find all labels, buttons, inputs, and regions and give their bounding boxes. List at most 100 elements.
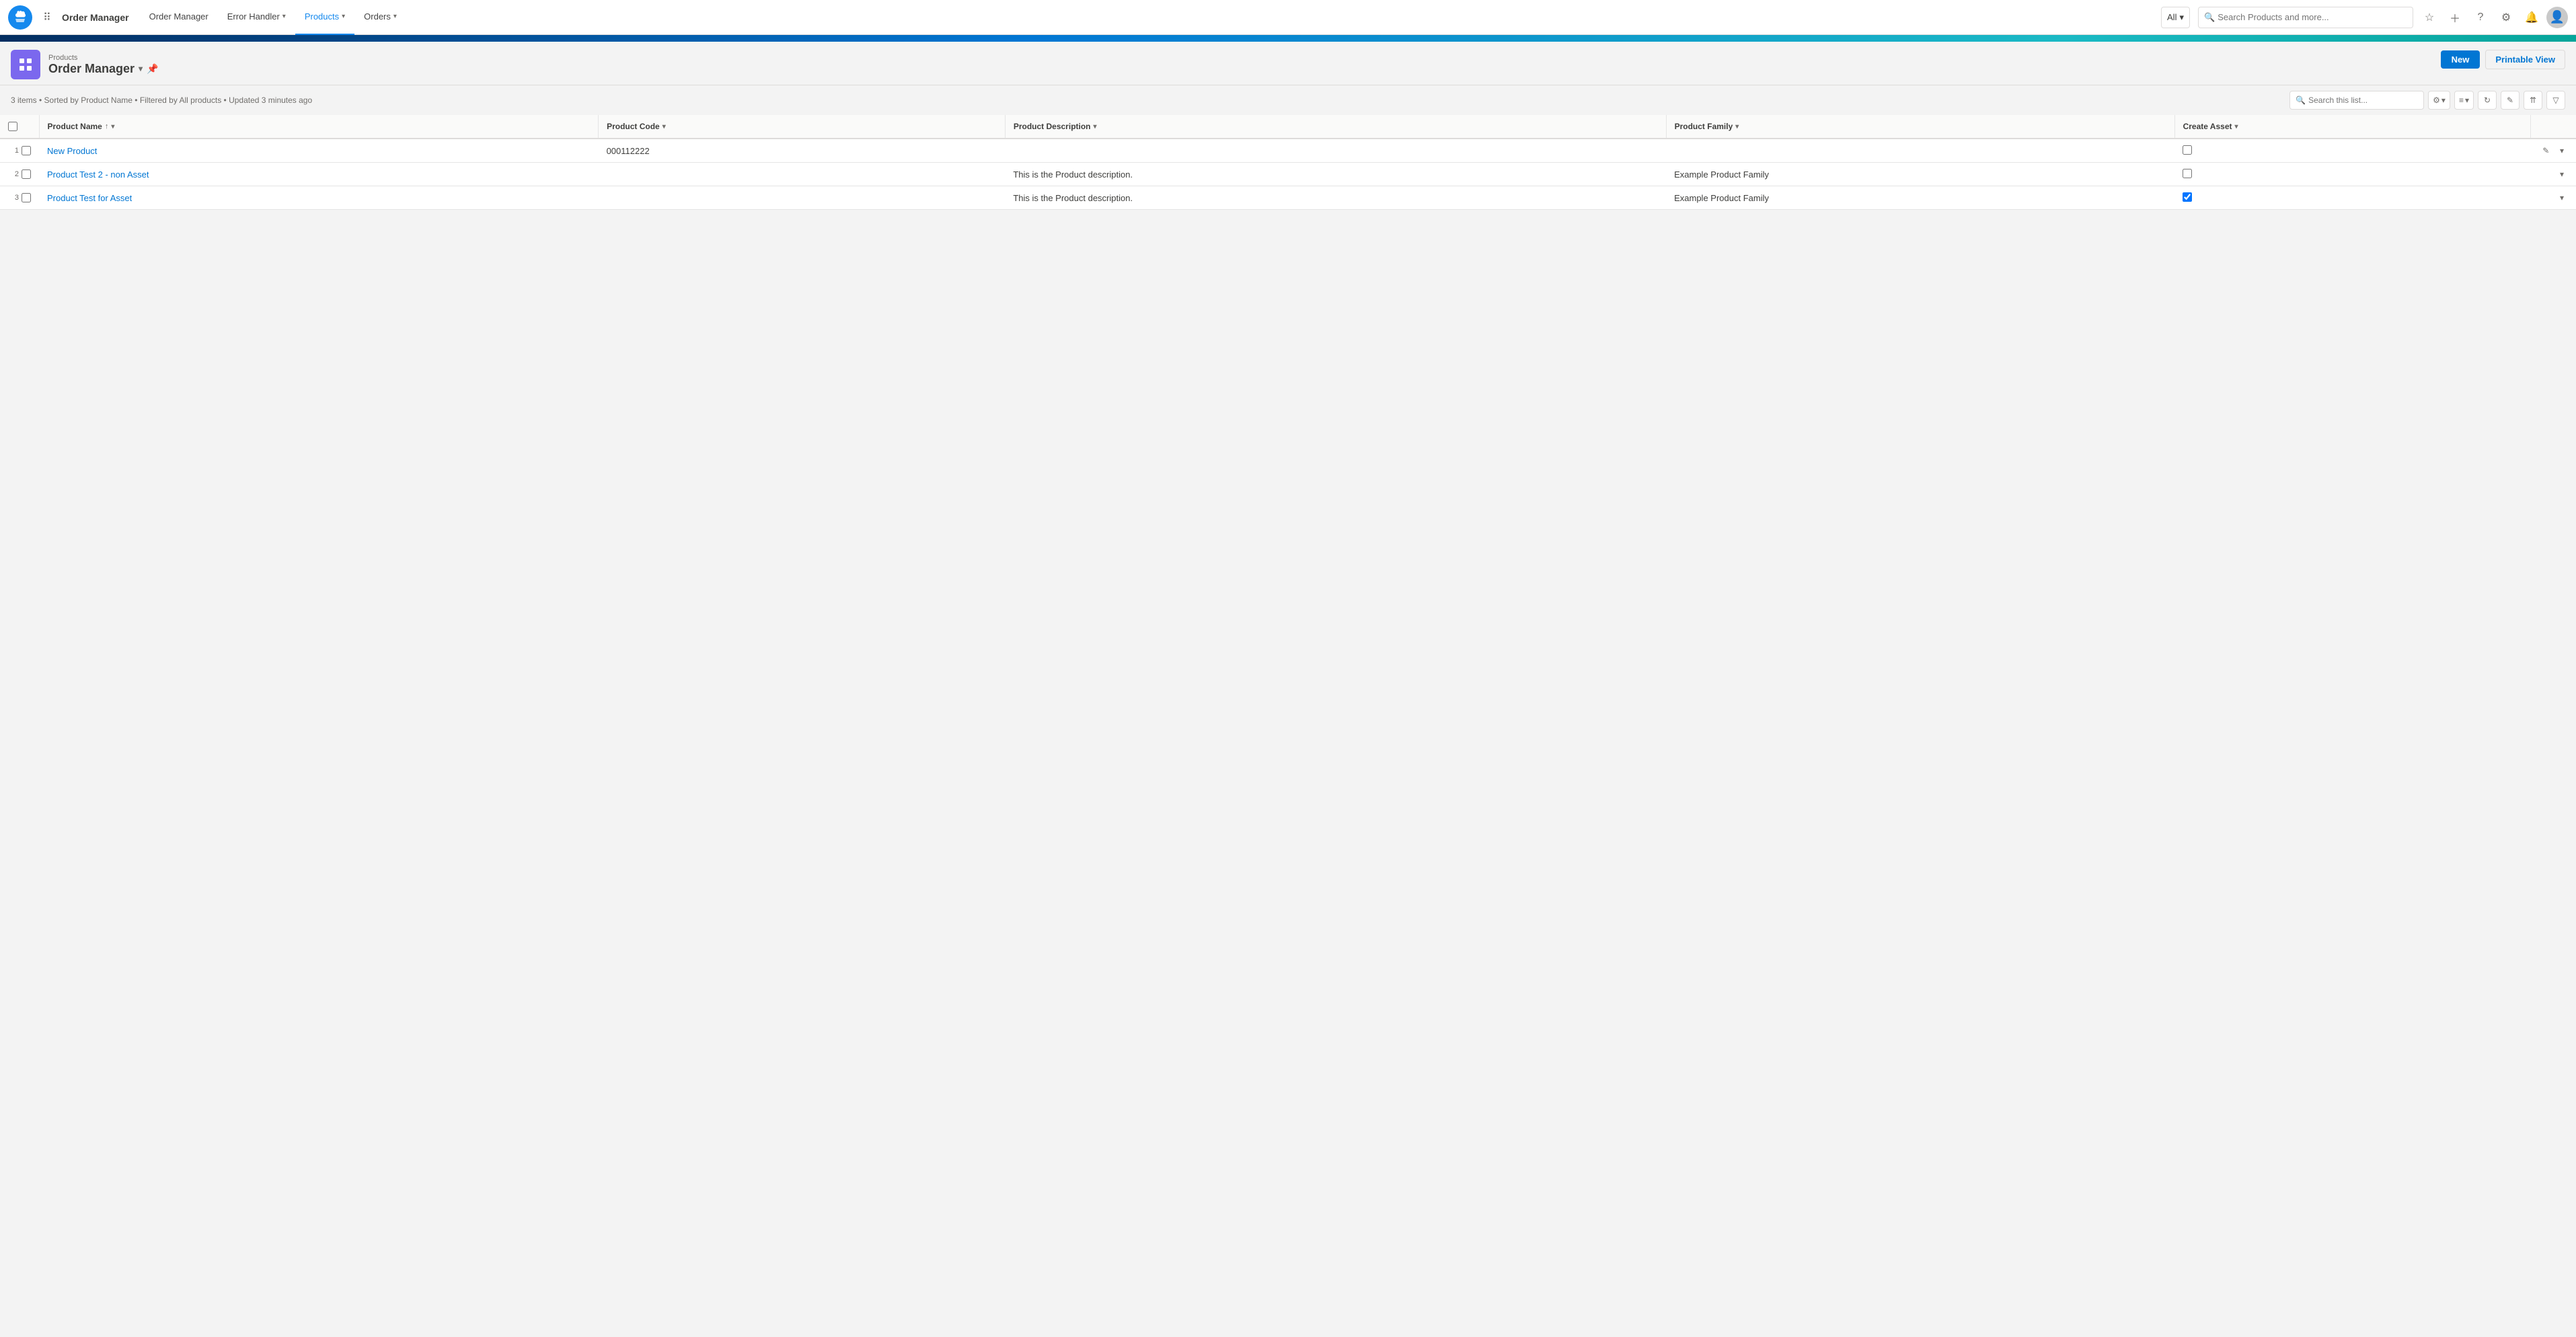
product-description-cell: This is the Product description. bbox=[1005, 163, 1666, 186]
row-edit-button[interactable]: ✎ bbox=[2538, 145, 2553, 157]
header-product-family[interactable]: Product Family ▾ bbox=[1666, 115, 2174, 139]
create-asset-checkbox[interactable] bbox=[2183, 145, 2192, 155]
search-scope-selector[interactable]: All ▾ bbox=[2161, 7, 2190, 28]
edit-icon: ✎ bbox=[2507, 96, 2513, 105]
density-icon: ≡ bbox=[2459, 96, 2464, 105]
top-nav-right: ☆ ＋ ? ⚙ 🔔 👤 bbox=[2419, 7, 2568, 28]
table-row: 1 New Product 000112222 ✎ ▾ bbox=[0, 139, 2576, 163]
app-name: Order Manager bbox=[62, 12, 129, 23]
setup-icon[interactable]: ⚙ bbox=[2495, 7, 2517, 28]
global-search-bar[interactable]: 🔍 bbox=[2198, 7, 2413, 28]
pin-icon[interactable]: 📌 bbox=[147, 63, 158, 75]
column-menu-icon[interactable]: ▾ bbox=[1735, 123, 1739, 130]
printable-view-button[interactable]: Printable View bbox=[2485, 50, 2565, 69]
row-number: 1 bbox=[8, 147, 19, 155]
help-icon[interactable]: ? bbox=[2470, 7, 2491, 28]
row-actions-cell: ▾ bbox=[2530, 163, 2576, 186]
waffle-icon[interactable]: ⠿ bbox=[38, 8, 56, 27]
favorites-icon[interactable]: ☆ bbox=[2419, 7, 2440, 28]
create-asset-checkbox[interactable] bbox=[2183, 169, 2192, 178]
list-controls: 🔍 ⚙ ▾ ≡ ▾ ↻ ✎ ⇈ ▽ bbox=[2289, 91, 2565, 110]
edit-columns-button[interactable]: ✎ bbox=[2501, 91, 2520, 110]
product-family-cell: Example Product Family bbox=[1666, 163, 2174, 186]
products-table-container: Product Name ↑ ▾ Product Code ▾ Product … bbox=[0, 115, 2576, 210]
salesforce-logo[interactable] bbox=[8, 5, 32, 30]
table-header-row: Product Name ↑ ▾ Product Code ▾ Product … bbox=[0, 115, 2576, 139]
product-name-cell: New Product bbox=[39, 139, 599, 163]
page-title-dropdown-icon[interactable]: ▾ bbox=[139, 64, 143, 73]
row-checkbox-cell: 3 bbox=[0, 186, 39, 210]
filter-button[interactable]: ▽ bbox=[2546, 91, 2565, 110]
row-menu-button[interactable]: ▾ bbox=[2556, 192, 2568, 204]
header-band bbox=[0, 35, 2576, 42]
product-name-cell: Product Test for Asset bbox=[39, 186, 599, 210]
nav-tab-products[interactable]: Products ▾ bbox=[295, 0, 354, 35]
select-all-checkbox[interactable] bbox=[8, 122, 17, 131]
sharing-button[interactable]: ⇈ bbox=[2524, 91, 2542, 110]
refresh-button[interactable]: ↻ bbox=[2478, 91, 2497, 110]
notifications-icon[interactable]: 🔔 bbox=[2521, 7, 2542, 28]
page-icon bbox=[11, 50, 40, 79]
page-header: Products Order Manager ▾ 📌 New Printable… bbox=[0, 42, 2576, 85]
nav-tab-error-handler[interactable]: Error Handler ▾ bbox=[218, 0, 295, 35]
refresh-icon: ↻ bbox=[2484, 96, 2491, 105]
row-number: 2 bbox=[8, 170, 19, 178]
column-menu-icon[interactable]: ▾ bbox=[2235, 123, 2238, 130]
create-asset-cell bbox=[2174, 139, 2530, 163]
product-name-link[interactable]: Product Test for Asset bbox=[47, 193, 132, 203]
page-title-text: Order Manager bbox=[48, 62, 135, 76]
header-row-actions bbox=[2530, 115, 2576, 139]
row-number: 3 bbox=[8, 194, 19, 202]
user-avatar[interactable]: 👤 bbox=[2546, 7, 2568, 28]
row-actions-cell: ✎ ▾ bbox=[2530, 139, 2576, 163]
create-asset-cell bbox=[2174, 163, 2530, 186]
new-button[interactable]: New bbox=[2441, 50, 2480, 69]
row-checkbox[interactable] bbox=[22, 146, 31, 155]
row-actions-cell: ▾ bbox=[2530, 186, 2576, 210]
create-asset-checkbox[interactable] bbox=[2183, 192, 2192, 202]
list-search-bar[interactable]: 🔍 bbox=[2289, 91, 2424, 110]
list-toolbar: 3 items • Sorted by Product Name • Filte… bbox=[0, 85, 2576, 115]
product-description-cell: This is the Product description. bbox=[1005, 186, 1666, 210]
header-product-name[interactable]: Product Name ↑ ▾ bbox=[39, 115, 599, 139]
list-search-input[interactable] bbox=[2308, 96, 2418, 105]
header-create-asset[interactable]: Create Asset ▾ bbox=[2174, 115, 2530, 139]
density-button[interactable]: ≡ ▾ bbox=[2454, 91, 2474, 110]
chevron-down-icon: ▾ bbox=[2179, 12, 2184, 23]
list-info: 3 items • Sorted by Product Name • Filte… bbox=[11, 96, 312, 105]
product-name-link[interactable]: New Product bbox=[47, 146, 97, 156]
product-description-cell bbox=[1005, 139, 1666, 163]
global-search-input[interactable] bbox=[2218, 12, 2407, 22]
chevron-down-icon: ▾ bbox=[282, 13, 286, 20]
product-code-cell bbox=[599, 186, 1006, 210]
row-menu-button[interactable]: ▾ bbox=[2556, 168, 2568, 180]
page-breadcrumb: Products bbox=[48, 54, 159, 62]
row-checkbox-cell: 2 bbox=[0, 163, 39, 186]
nav-tab-orders[interactable]: Orders ▾ bbox=[354, 0, 406, 35]
column-menu-icon[interactable]: ▾ bbox=[111, 123, 114, 130]
row-checkbox[interactable] bbox=[22, 193, 31, 202]
column-menu-icon[interactable]: ▾ bbox=[1094, 123, 1097, 130]
product-code-cell bbox=[599, 163, 1006, 186]
product-name-cell: Product Test 2 - non Asset bbox=[39, 163, 599, 186]
header-checkbox-cell bbox=[0, 115, 39, 139]
chevron-down-icon: ▾ bbox=[2465, 96, 2469, 105]
column-settings-button[interactable]: ⚙ ▾ bbox=[2428, 91, 2450, 110]
nav-tab-order-manager[interactable]: Order Manager bbox=[140, 0, 218, 35]
chevron-down-icon: ▾ bbox=[342, 13, 345, 20]
table-row: 2 Product Test 2 - non Asset This is the… bbox=[0, 163, 2576, 186]
column-menu-icon[interactable]: ▾ bbox=[662, 123, 666, 130]
header-product-code[interactable]: Product Code ▾ bbox=[599, 115, 1006, 139]
chevron-down-icon: ▾ bbox=[393, 13, 397, 20]
chevron-down-icon: ▾ bbox=[2441, 96, 2446, 105]
row-checkbox-cell: 1 bbox=[0, 139, 39, 163]
products-table: Product Name ↑ ▾ Product Code ▾ Product … bbox=[0, 115, 2576, 210]
product-code-cell: 000112222 bbox=[599, 139, 1006, 163]
row-menu-button[interactable]: ▾ bbox=[2556, 145, 2568, 157]
product-name-link[interactable]: Product Test 2 - non Asset bbox=[47, 169, 149, 180]
share-icon: ⇈ bbox=[2530, 96, 2536, 105]
row-checkbox[interactable] bbox=[22, 169, 31, 179]
add-icon[interactable]: ＋ bbox=[2444, 7, 2466, 28]
sort-asc-icon: ↑ bbox=[105, 122, 109, 130]
header-product-description[interactable]: Product Description ▾ bbox=[1005, 115, 1666, 139]
